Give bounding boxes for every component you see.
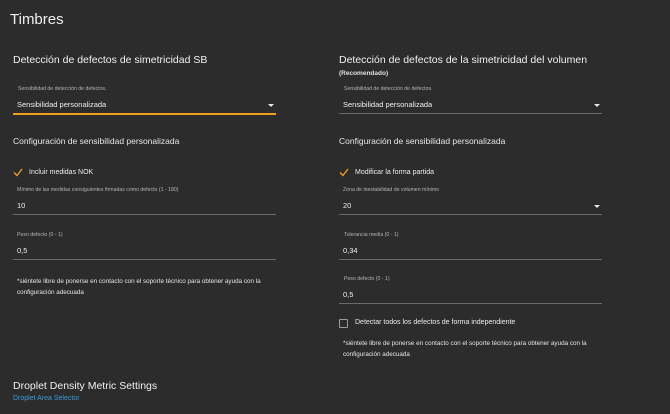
right-check-shape-label: Modificar la forma partida (355, 169, 434, 176)
left-sensitivity-underline (13, 113, 276, 115)
right-check-shape[interactable]: Modificar la forma partida (339, 168, 479, 178)
right-support-note: *siéntete libre de ponerse en contacto c… (343, 340, 587, 358)
right-check-independent-label: Detectar todos los defectos de forma ind… (355, 319, 516, 326)
left-min-consecutive-underline (13, 214, 276, 215)
chevron-down-icon (268, 104, 274, 107)
left-sensitivity-label: Sensibilidad de detección de defectos. (18, 86, 107, 92)
right-avg-tolerance-value: 0,34 (343, 246, 358, 255)
right-weight-label: Peso defecto (0 - 1) (344, 276, 390, 282)
left-config-title: Configuración de sensibilidad personaliz… (13, 136, 180, 146)
right-avg-tolerance-label: Tolerancia media (0 - 1) (344, 232, 399, 238)
page-title: Timbres (10, 11, 64, 28)
droplet-area-selector-link[interactable]: Droplet Area Selector (13, 395, 80, 402)
checkmark-icon (339, 168, 349, 177)
left-sensitivity-select[interactable]: Sensibilidad de detección de defectos. S… (13, 84, 276, 116)
droplet-section-title: Droplet Density Metric Settings (13, 380, 158, 392)
left-weight-underline (13, 259, 276, 260)
left-check-nok-label: Incluir medidas NOK (29, 169, 94, 176)
left-weight-field[interactable]: Peso defecto (0 - 1) 0,5 (13, 230, 276, 262)
right-config-title: Configuración de sensibilidad personaliz… (339, 136, 506, 146)
right-avg-tolerance-underline (339, 259, 602, 260)
right-sensitivity-select[interactable]: Sensibilidad de detección de defectos. S… (339, 84, 602, 116)
left-weight-value: 0,5 (17, 246, 28, 255)
left-min-consecutive-value: 10 (17, 201, 26, 210)
left-sensitivity-value: Sensibilidad personalizada (17, 100, 107, 109)
right-instability-underline (339, 214, 602, 215)
chevron-down-icon (594, 205, 600, 208)
chevron-down-icon (594, 104, 600, 107)
left-weight-label: Peso defecto (0 - 1) (17, 232, 63, 238)
right-weight-underline (339, 303, 602, 304)
right-instability-label: Zona de inestabilidad de volumen mínimo (343, 187, 440, 193)
right-weight-field[interactable]: Peso defecto (0 - 1) 0,5 (339, 274, 602, 306)
right-sensitivity-label: Sensibilidad de detección de defectos. (344, 86, 433, 92)
right-sensitivity-value: Sensibilidad personalizada (343, 100, 433, 109)
right-section-title: Detección de defectos de la simetricidad… (339, 54, 588, 66)
right-check-independent[interactable]: Detectar todos los defectos de forma ind… (339, 318, 539, 328)
right-weight-value: 0,5 (343, 290, 354, 299)
right-instability-select[interactable]: Zona de inestabilidad de volumen mínimo … (339, 185, 602, 217)
right-avg-tolerance-field[interactable]: Tolerancia media (0 - 1) 0,34 (339, 230, 602, 262)
right-instability-value: 20 (343, 201, 352, 210)
recommended-note: (Recomendado) (339, 70, 389, 77)
checkbox-unchecked-icon (339, 319, 348, 328)
left-min-consecutive-label: Mínimo de las medidas consiguientes firm… (17, 187, 179, 193)
left-support-note: *siéntete libre de ponerse en contacto c… (17, 278, 261, 296)
checkmark-icon (13, 168, 23, 177)
left-min-consecutive-field[interactable]: Mínimo de las medidas consiguientes firm… (13, 185, 276, 217)
left-section-title: Detección de defectos de simetricidad SB (13, 54, 208, 66)
right-sensitivity-underline (339, 113, 602, 114)
left-check-nok[interactable]: Incluir medidas NOK (13, 168, 133, 178)
